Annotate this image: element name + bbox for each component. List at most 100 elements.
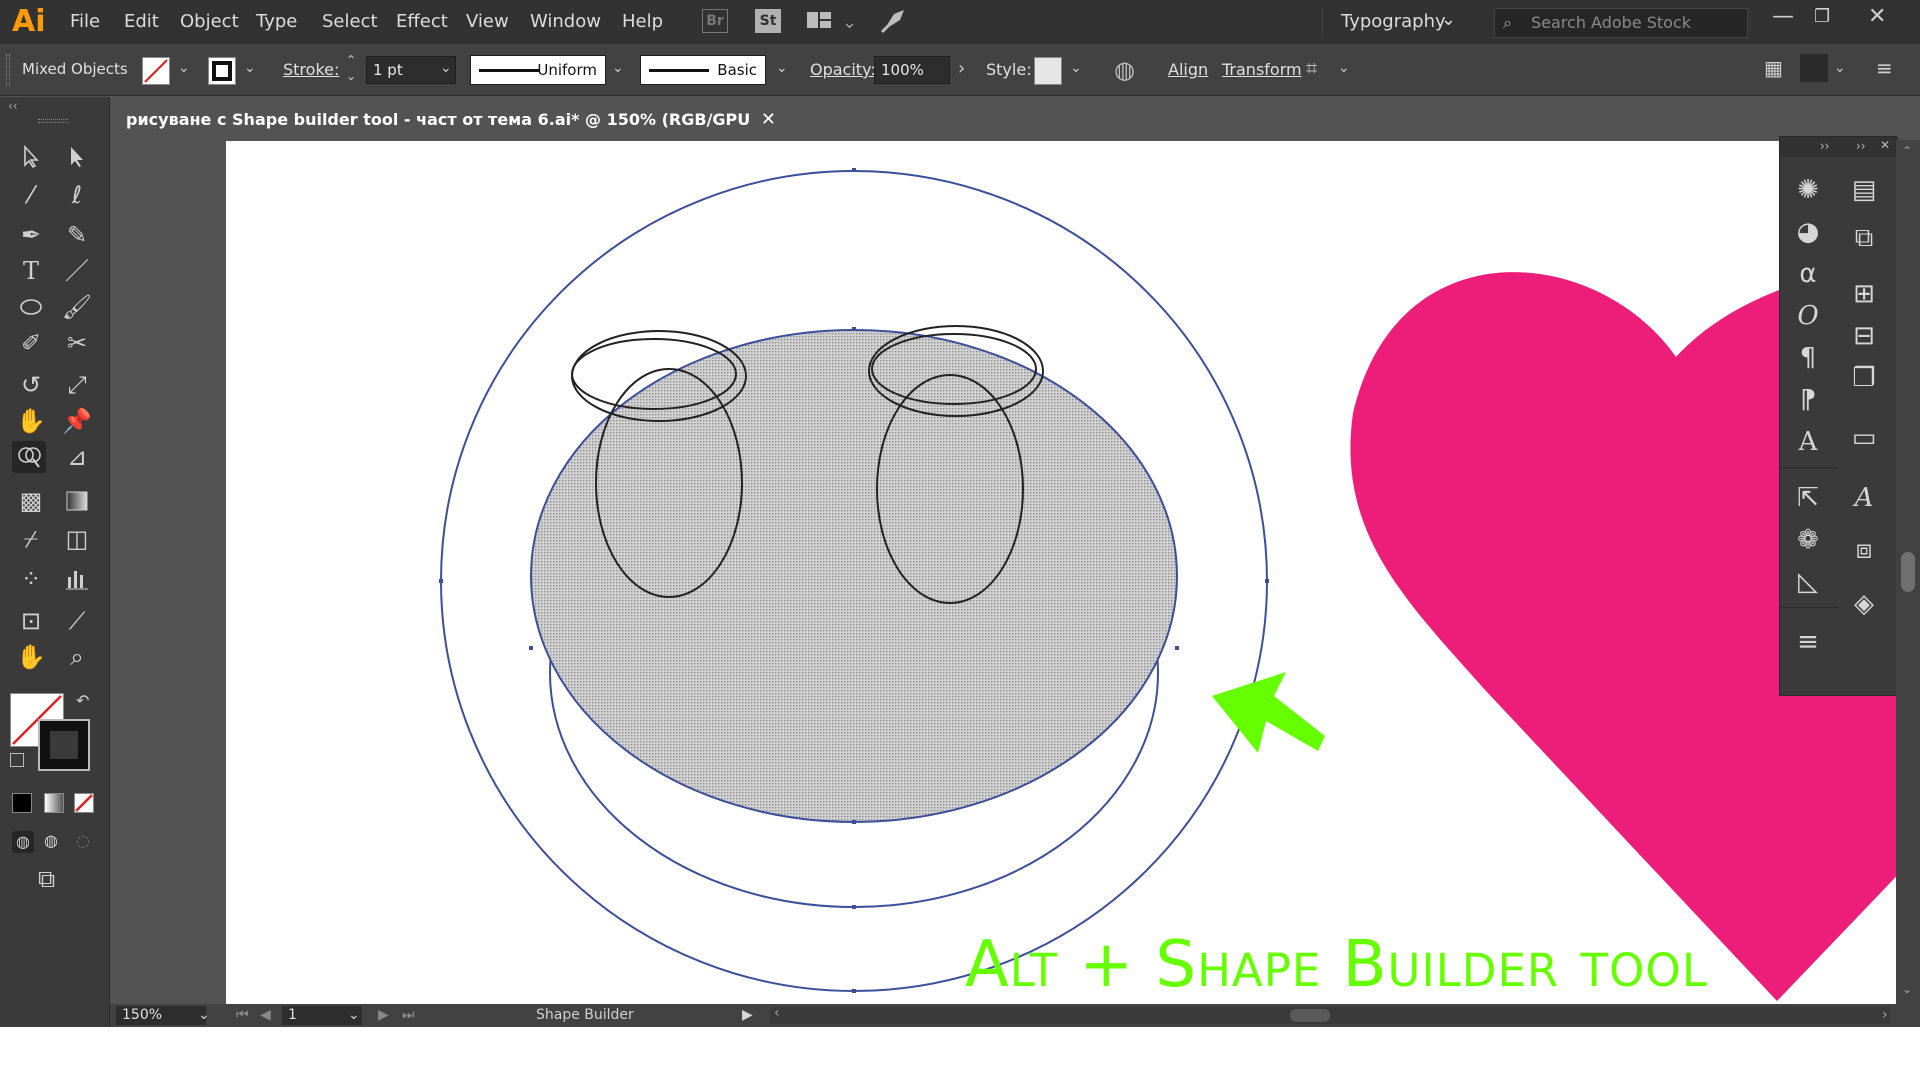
scroll-down-icon[interactable]: ⌄ <box>1902 982 1912 996</box>
grip-handle[interactable] <box>6 54 10 86</box>
zoom-field[interactable]: 150% <box>116 1006 206 1025</box>
transparency-icon[interactable]: ◺ <box>1788 563 1828 601</box>
scroll-up-icon[interactable]: ⌃ <box>1902 144 1912 158</box>
curvature-icon[interactable]: ✎ <box>60 219 94 251</box>
menu-type[interactable]: Type <box>256 11 297 32</box>
dock-header[interactable]: ›› ›› ✕ <box>1780 137 1898 157</box>
expand-panels-icon-2[interactable]: ›› <box>1856 139 1866 153</box>
draw-inside-icon[interactable]: ◌ <box>76 831 90 850</box>
first-artboard-icon[interactable]: ⏮ <box>236 1007 249 1023</box>
status-menu-icon[interactable]: ▶ <box>742 1007 753 1023</box>
chevron-down-icon[interactable]: ⌄ <box>842 12 857 33</box>
glyphs-icon[interactable]: A <box>1844 479 1884 517</box>
stroke-color-box[interactable] <box>38 719 90 771</box>
color-mode-icon[interactable] <box>12 793 32 813</box>
gradient-icon[interactable] <box>60 485 94 517</box>
brush-definition[interactable]: Basic <box>640 55 766 85</box>
scale-icon[interactable]: ⤢ <box>60 369 94 401</box>
character-styles-icon[interactable]: ⍺ <box>1788 255 1828 293</box>
default-colors-icon[interactable] <box>10 753 24 767</box>
zoom-icon[interactable]: ⌕ <box>60 641 94 673</box>
paragraph-icon[interactable]: ¶ <box>1788 339 1828 377</box>
layers-icon-2[interactable]: ❐ <box>1844 359 1884 397</box>
chevron-down-icon[interactable]: ⌄ <box>1070 60 1082 76</box>
paintbrush-icon[interactable]: 🖌 <box>60 291 94 323</box>
layers-icon[interactable]: ◈ <box>1844 585 1884 623</box>
next-artboard-icon[interactable]: ▶ <box>378 1007 389 1023</box>
swatches-icon[interactable]: ▤ <box>1844 171 1884 209</box>
vertical-scrollbar[interactable]: ⌃ ⌄ <box>1896 140 1920 1004</box>
chevron-down-icon[interactable]: ⌄ <box>612 60 624 76</box>
pathfinder-icon[interactable]: ⧉ <box>1844 219 1884 257</box>
opacity-field[interactable]: 100% <box>874 56 950 84</box>
graph-icon[interactable] <box>60 563 94 595</box>
transform-link[interactable]: Transform <box>1222 60 1302 79</box>
libraries-icon[interactable]: ⧈ <box>1844 531 1884 569</box>
variable-width-profile[interactable]: Uniform <box>470 55 606 85</box>
paragraph-styles-icon[interactable]: ⁋ <box>1788 381 1828 419</box>
opentype-icon[interactable]: O <box>1788 297 1828 335</box>
export-icon[interactable]: ⇱ <box>1788 479 1828 517</box>
artboard[interactable] <box>226 141 1906 1004</box>
properties-icon[interactable]: ≡ <box>1788 623 1828 661</box>
document-tab[interactable]: рисуване с Shape builder tool - част от … <box>110 100 790 169</box>
perspective-grid-icon[interactable]: ⊿ <box>60 441 94 473</box>
gradient-panel-icon[interactable]: ▭ <box>1844 419 1884 457</box>
magic-wand-icon[interactable]: ⁄ <box>14 179 48 211</box>
close-icon[interactable]: ✕ <box>761 100 776 140</box>
horizontal-scrollbar[interactable]: ‹ <box>770 1005 1890 1024</box>
character-icon[interactable]: A <box>1788 423 1828 461</box>
restore-icon[interactable]: ❐ <box>1814 6 1830 27</box>
fill-swatch[interactable] <box>142 57 170 85</box>
slice-icon[interactable]: ⟋ <box>60 605 94 637</box>
menu-object[interactable]: Object <box>180 11 239 32</box>
graphic-styles-icon[interactable]: ❁ <box>1788 521 1828 559</box>
chevron-down-icon[interactable]: ⌄ <box>1338 60 1350 76</box>
align-panel-icon[interactable]: ⊟ <box>1844 317 1884 355</box>
gradient-mode-icon[interactable] <box>44 793 64 813</box>
none-mode-icon[interactable] <box>74 793 94 813</box>
stock-search-input[interactable]: ⌕ Search Adobe Stock <box>1494 8 1748 38</box>
line-icon[interactable]: ／ <box>60 255 94 287</box>
blend-icon[interactable]: ◫ <box>60 523 94 555</box>
chevron-down-icon[interactable]: ⌄ <box>198 1007 210 1023</box>
artwork[interactable] <box>226 141 1906 1004</box>
isolate-icon[interactable]: ⌗ <box>1306 56 1317 80</box>
scroll-left-icon[interactable]: ‹ <box>774 1005 780 1021</box>
last-artboard-icon[interactable]: ⏭ <box>402 1007 415 1023</box>
menu-edit[interactable]: Edit <box>124 11 159 32</box>
shape-builder-icon[interactable] <box>12 441 46 473</box>
puppet-warp-icon[interactable]: 📌 <box>60 405 94 437</box>
hamburger-icon[interactable]: ≡ <box>1876 56 1893 80</box>
ellipse-icon[interactable] <box>14 291 48 323</box>
lasso-icon[interactable]: ℓ <box>60 179 94 211</box>
warp-icon[interactable]: ✋ <box>14 405 48 437</box>
chevron-down-icon[interactable]: ⌄ <box>244 60 256 76</box>
draw-behind-icon[interactable]: ◍ <box>44 831 58 850</box>
scissors-icon[interactable]: ✂ <box>60 327 94 359</box>
draw-normal-icon[interactable]: ◍ <box>12 831 34 853</box>
canvas-area[interactable] <box>110 140 1920 1004</box>
chevron-down-icon[interactable]: ⌄ <box>348 1007 360 1023</box>
stock-button[interactable]: St <box>755 9 781 33</box>
minimize-icon[interactable]: — <box>1772 4 1794 29</box>
menu-window[interactable]: Window <box>530 11 601 32</box>
graphic-style-swatch[interactable] <box>1034 57 1062 85</box>
scroll-thumb[interactable] <box>1901 552 1915 592</box>
arrange-icon[interactable]: ▦ <box>1764 56 1783 80</box>
align-link[interactable]: Align <box>1168 60 1208 79</box>
stroke-stepper[interactable]: ⌃ ⌄ <box>346 52 356 84</box>
menu-effect[interactable]: Effect <box>396 11 448 32</box>
chevron-down-icon[interactable]: ⌄ <box>776 60 788 76</box>
mesh-icon[interactable]: ▩ <box>14 485 48 517</box>
pen-icon[interactable]: ✒ <box>14 219 48 251</box>
swap-fill-stroke-icon[interactable]: ↶ <box>76 691 89 710</box>
stroke-swatch[interactable] <box>208 57 236 85</box>
bridge-button[interactable]: Br <box>702 9 728 33</box>
chevron-right-icon[interactable]: › <box>958 58 965 79</box>
color-icon[interactable]: ◕ <box>1788 213 1828 251</box>
stroke-label[interactable]: Stroke: <box>283 60 339 79</box>
gpu-performance-icon[interactable] <box>880 8 908 39</box>
prev-artboard-icon[interactable]: ◀ <box>260 1007 271 1023</box>
scroll-right-icon[interactable]: › <box>1882 1007 1888 1023</box>
